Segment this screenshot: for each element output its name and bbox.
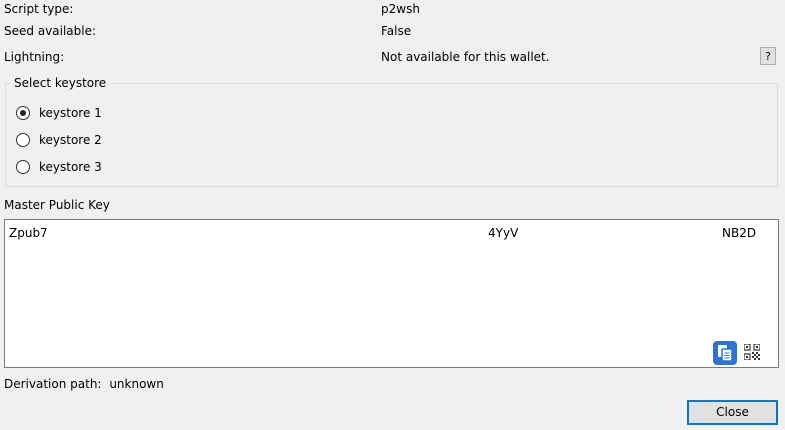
keystore-radio-2[interactable]: keystore 2 (16, 131, 102, 149)
qr-code-button[interactable] (743, 343, 761, 361)
mpk-fragment: Zpub7 (9, 226, 48, 240)
radio-unchecked-icon (16, 160, 30, 174)
derivation-path-row: Derivation path: unknown (4, 375, 164, 393)
seed-available-value: False (381, 24, 412, 38)
qr-code-icon (743, 343, 761, 361)
lightning-value: Not available for this wallet. (381, 50, 550, 64)
copy-button[interactable] (713, 341, 737, 365)
script-type-value: p2wsh (381, 2, 420, 16)
copy-icon (718, 345, 733, 362)
keystore-group-title: Select keystore (10, 75, 111, 91)
keystore-radio-3[interactable]: keystore 3 (16, 158, 102, 176)
mpk-fragment: 4YyV (488, 226, 519, 240)
radio-unchecked-icon (16, 133, 30, 147)
master-public-key-label: Master Public Key (4, 198, 110, 212)
derivation-path-value: unknown (109, 377, 164, 391)
lightning-label: Lightning: (4, 50, 65, 64)
close-button[interactable]: Close (687, 400, 778, 425)
radio-checked-icon (16, 106, 30, 120)
script-type-label: Script type: (4, 2, 74, 16)
keystore-radio-label: keystore 3 (39, 160, 102, 174)
keystore-radio-label: keystore 2 (39, 133, 102, 147)
mpk-fragment: NB2D (722, 226, 757, 240)
keystore-radio-label: keystore 1 (39, 106, 102, 120)
keystore-groupbox (5, 83, 778, 187)
seed-available-label: Seed available: (4, 24, 97, 38)
master-public-key-field[interactable]: Zpub7 4YyV NB2D (4, 219, 779, 368)
keystore-radio-1[interactable]: keystore 1 (16, 104, 102, 122)
lightning-help-button[interactable]: ? (760, 47, 776, 65)
derivation-path-label: Derivation path: (4, 377, 102, 391)
